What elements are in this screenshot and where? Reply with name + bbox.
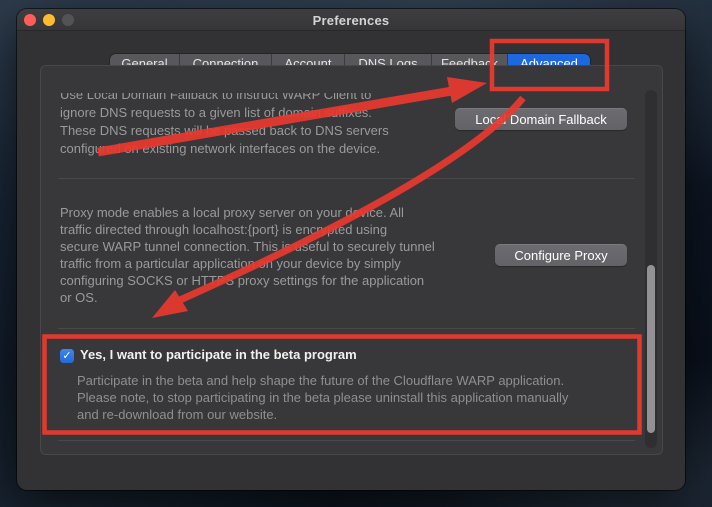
scrollbar-thumb[interactable] (647, 265, 655, 433)
separator (58, 440, 635, 441)
beta-program-checkbox[interactable]: ✓ (60, 349, 74, 363)
configure-proxy-button[interactable]: Configure Proxy (495, 244, 627, 266)
separator (58, 328, 635, 329)
checkmark-icon: ✓ (62, 351, 71, 362)
desktop: Preferences General Connection Account D… (0, 0, 712, 507)
window-title: Preferences (17, 13, 685, 28)
local-domain-fallback-button[interactable]: Local Domain Fallback (455, 108, 627, 130)
proxy-description: Proxy mode enables a local proxy server … (60, 204, 435, 306)
beta-program-description: Participate in the beta and help shape t… (77, 372, 568, 423)
local-domain-description: Use Local Domain Fallback to instruct WA… (60, 93, 389, 158)
beta-program-label: Yes, I want to participate in the beta p… (80, 347, 357, 362)
separator (58, 178, 635, 179)
scroll-area: Use Local Domain Fallback to instruct WA… (53, 93, 645, 448)
